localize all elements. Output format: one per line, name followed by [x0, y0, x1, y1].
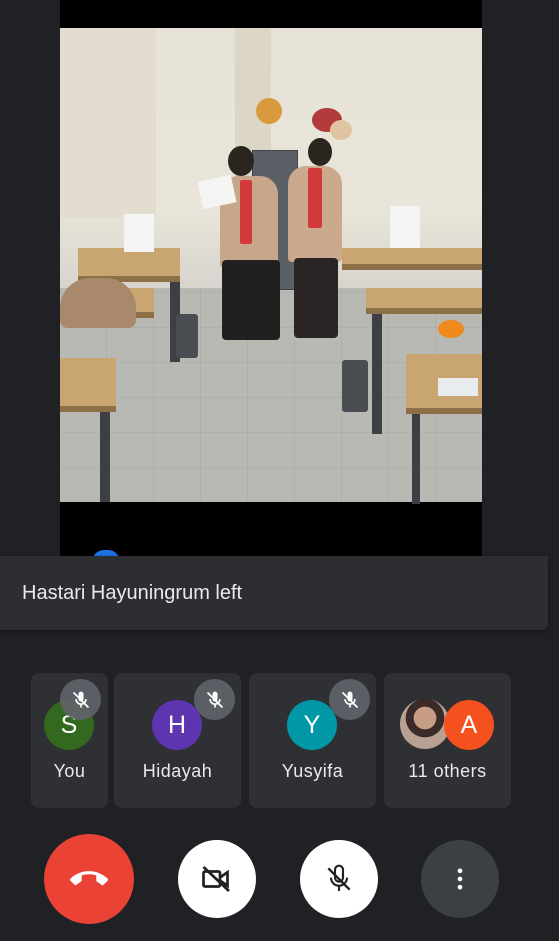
participant-name: You [53, 761, 86, 781]
avatar-initial: H [167, 710, 187, 739]
notification-text: Hastari Hayuningrum left [22, 581, 243, 604]
participant-tile-yusyifa[interactable]: Y Yusyifa [249, 673, 376, 808]
participant-tile-hidayah[interactable]: H Hidayah [114, 673, 241, 808]
participant-tile-you[interactable]: S You [31, 673, 108, 808]
phone-hangup-icon [70, 871, 108, 886]
mic-off-icon [194, 679, 235, 720]
participant-photo-avatar [400, 699, 450, 749]
participant-left-notification: Hastari Hayuningrum left [0, 556, 548, 630]
main-video-feed[interactable] [60, 0, 482, 556]
microphone-toggle-button[interactable] [300, 840, 378, 918]
participant-strip: S You H Hidayah Y Yusyifa A 11 others [0, 673, 559, 808]
mic-off-icon [327, 864, 351, 891]
mic-off-icon [329, 679, 370, 720]
more-vert-icon [457, 868, 463, 890]
mic-off-icon [60, 679, 101, 720]
more-options-button[interactable] [421, 840, 499, 918]
participant-tile-others[interactable]: A 11 others [384, 673, 511, 808]
camera-toggle-button[interactable] [178, 840, 256, 918]
avatar: Y [287, 700, 337, 750]
avatar: A [444, 700, 494, 750]
participant-name: Hidayah [142, 761, 213, 781]
avatar: H [152, 700, 202, 750]
camera-off-icon [202, 866, 230, 892]
avatar-initial: Y [303, 710, 321, 739]
others-count-label: 11 others [408, 761, 487, 781]
participant-name: Yusyifa [281, 761, 344, 781]
classroom-video-image [60, 28, 482, 504]
avatar-initial: A [460, 710, 478, 739]
end-call-button[interactable] [44, 834, 134, 924]
